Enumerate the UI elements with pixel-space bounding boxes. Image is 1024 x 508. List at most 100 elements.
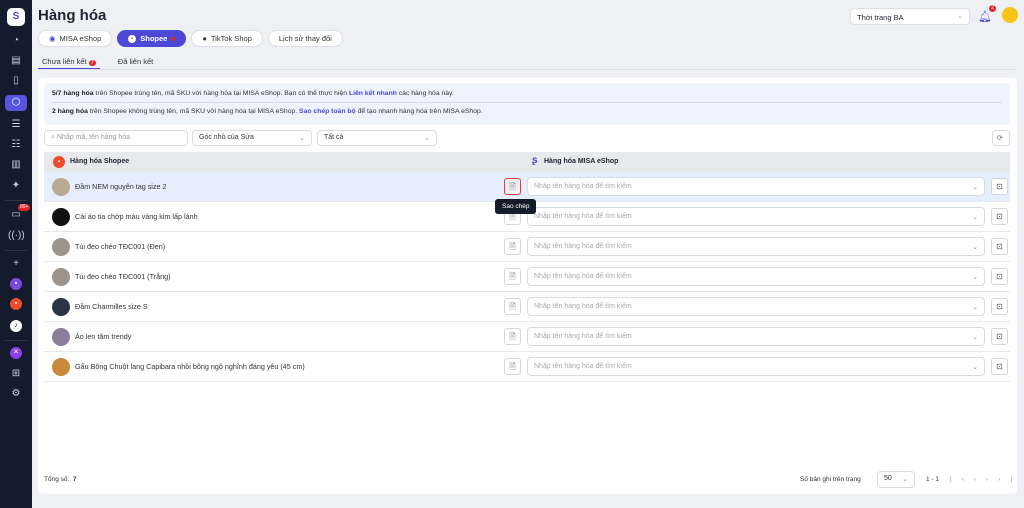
subtab-linked[interactable]: Đã liên kết — [114, 54, 157, 69]
page-title: Hàng hóa — [38, 7, 107, 24]
checklist-icon[interactable]: ☷ — [8, 137, 24, 153]
tab-change-history[interactable]: Lịch sử thay đổi — [267, 30, 343, 47]
content-card: 5/7 hàng hóa trên Shopee trùng tên, mã S… — [38, 78, 1017, 494]
misa-channel-icon[interactable]: ▪ — [10, 278, 22, 290]
copy-button[interactable]: 🗎︎ — [504, 238, 521, 255]
misa-product-select[interactable]: Nhập tên hàng hóa để tìm kiếm ⌄ — [527, 237, 985, 256]
product-thumbnail — [52, 357, 70, 376]
status-select[interactable]: Tất cả ⌄ — [317, 130, 437, 146]
product-name: Đầm NEM nguyên tag size 2 — [75, 182, 167, 191]
orders-icon[interactable]: ▤ — [8, 53, 24, 69]
tab-label: TikTok Shop — [210, 34, 252, 43]
per-page-label: Số bản ghi trên trang — [800, 476, 861, 483]
last-page-button[interactable]: ›| — [998, 476, 1022, 483]
store-select[interactable]: Thời trang BA ⌄ — [850, 8, 970, 25]
copy-button[interactable]: 🗎︎ — [504, 268, 521, 285]
next-page-button[interactable]: › — [986, 476, 998, 483]
per-page-select[interactable]: 50 ⌄ — [877, 471, 915, 488]
gift-icon[interactable]: ✦ — [8, 178, 24, 194]
table-row: Túi đeo chéo TĐC001 (Đen) 🗎︎ Nhập tên hà… — [44, 232, 1010, 262]
tab-tiktok-shop[interactable]: ● TikTok Shop — [191, 30, 263, 47]
copy-button[interactable]: 🗎︎ — [504, 328, 521, 345]
chevron-down-icon: ⌄ — [972, 304, 978, 311]
product-thumbnail — [52, 297, 70, 316]
integration-icon[interactable]: ✕ — [10, 347, 22, 359]
apps-icon[interactable]: ⊞ — [8, 366, 24, 382]
dashboard-icon[interactable]: ◔ — [8, 33, 24, 49]
copy-button[interactable]: 🗎︎ — [504, 358, 521, 375]
chat-badge: 99+ — [18, 204, 31, 211]
products-icon[interactable]: ⬡ — [5, 95, 27, 111]
misa-logo-icon: ʂ — [532, 155, 538, 166]
list-icon[interactable]: ☰ — [8, 117, 24, 133]
chevron-down-icon: ⌄ — [972, 364, 978, 371]
bell-icon[interactable]: 🔔︎ — [978, 10, 992, 23]
column-header: Hàng hóa MISA eShop — [544, 158, 619, 165]
product-thumbnail — [52, 237, 70, 256]
tiktok-icon[interactable]: ♪ — [10, 320, 22, 332]
avatar[interactable] — [1002, 7, 1018, 23]
chevron-down-icon: ⌄ — [972, 274, 978, 281]
product-name: Áo len tăm trendy — [75, 332, 132, 341]
subtab-label: Đã liên kết — [117, 57, 154, 66]
misa-product-select[interactable]: Nhập tên hàng hóa để tìm kiếm ⌄ — [527, 177, 985, 196]
product-name: Túi đeo chéo TĐC001 (Trắng) — [75, 272, 171, 281]
category-select[interactable]: Góc nhỏ của Sứa ⌄ — [192, 130, 312, 146]
link-button[interactable]: ⊡ — [991, 208, 1008, 225]
link-button[interactable]: ⊡ — [991, 238, 1008, 255]
chevron-down-icon: ⌄ — [972, 214, 978, 221]
misa-product-select[interactable]: Nhập tên hàng hóa để tìm kiếm ⌄ — [527, 297, 985, 316]
misa-product-select[interactable]: Nhập tên hàng hóa để tìm kiếm ⌄ — [527, 207, 985, 226]
tab-shopee[interactable]: ▪ Shopee — [117, 30, 187, 47]
shopee-icon[interactable]: ▪ — [10, 298, 22, 310]
copy-button[interactable]: 🗎︎ — [504, 298, 521, 315]
link-button[interactable]: ⊡ — [991, 178, 1008, 195]
link-button[interactable]: ⊡ — [991, 328, 1008, 345]
document-icon[interactable]: ▯ — [8, 73, 24, 89]
total-count: Tổng số: 7 — [44, 476, 77, 483]
quick-link-action[interactable]: Liên kết nhanh — [349, 90, 397, 97]
copy-button[interactable]: 🗎︎ — [504, 178, 521, 195]
table-row: Áo len tăm trendy 🗎︎ Nhập tên hàng hóa đ… — [44, 322, 1010, 352]
copy-all-action[interactable]: Sao chép toàn bộ — [299, 108, 356, 115]
search-input[interactable]: ⌕ Nhập mã, tên hàng hóa — [44, 130, 188, 146]
sidebar: S ◔ ▤ ▯ ⬡ ☰ ☷ ▥ ✦ ▭ 99+ ((·)) + ▪ ▪ ♪ ✕ … — [0, 0, 32, 508]
tab-label: Lịch sử thay đổi — [278, 34, 332, 43]
tab-misa-eshop[interactable]: ◉ MISA eShop — [38, 30, 113, 47]
product-name: Cái áo tia chớp màu vàng kim lấp lánh — [75, 212, 198, 221]
settings-icon[interactable]: ⚙ — [8, 386, 24, 402]
info-banner: 5/7 hàng hóa trên Shopee trùng tên, mã S… — [44, 83, 1010, 125]
refresh-button[interactable]: ⟳ — [992, 130, 1010, 146]
prev-page-button[interactable]: ‹ — [974, 476, 986, 483]
subtab-unlinked[interactable]: Chưa liên kết 7 — [38, 54, 100, 69]
table-row: Gấu Bông Chuột lang Capibara nhồi bông n… — [44, 352, 1010, 382]
tiktok-logo-icon: ● — [202, 34, 207, 43]
misa-product-select[interactable]: Nhập tên hàng hóa để tìm kiếm ⌄ — [527, 327, 985, 346]
table-row: Đầm Charmilles size S 🗎︎ Nhập tên hàng h… — [44, 292, 1010, 322]
store-name: Thời trang BA — [857, 13, 904, 22]
add-icon[interactable]: + — [8, 256, 24, 272]
alert-dot — [171, 36, 176, 41]
notification-badge: 2 — [988, 5, 996, 12]
link-button[interactable]: ⊡ — [991, 298, 1008, 315]
broadcast-icon[interactable]: ((·)) — [8, 228, 25, 244]
misa-logo-icon: ◉ — [49, 34, 56, 43]
table-header: ▪ Hàng hóa Shopee ʂ Hàng hóa MISA eShop — [44, 152, 1010, 172]
chevron-down-icon: ⌄ — [957, 13, 963, 20]
chevron-down-icon: ⌄ — [902, 476, 908, 483]
shopee-logo-icon: ▪ — [128, 34, 137, 43]
chevron-down-icon: ⌄ — [972, 244, 978, 251]
misa-product-select[interactable]: Nhập tên hàng hóa để tìm kiếm ⌄ — [527, 267, 985, 286]
chevron-down-icon: ⌄ — [972, 334, 978, 341]
product-thumbnail — [52, 207, 70, 226]
table-row: Đầm NEM nguyên tag size 2 🗎︎ Nhập tên hà… — [44, 172, 1010, 202]
tab-label: MISA eShop — [59, 34, 102, 43]
link-button[interactable]: ⊡ — [991, 358, 1008, 375]
first-page-button[interactable]: |‹ — [950, 476, 974, 483]
app-logo[interactable]: S — [7, 8, 25, 26]
link-button[interactable]: ⊡ — [991, 268, 1008, 285]
chevron-down-icon: ⌄ — [299, 135, 305, 142]
misa-product-select[interactable]: Nhập tên hàng hóa để tìm kiếm ⌄ — [527, 357, 985, 376]
report-icon[interactable]: ▥ — [8, 157, 24, 173]
product-name: Đầm Charmilles size S — [75, 302, 148, 311]
